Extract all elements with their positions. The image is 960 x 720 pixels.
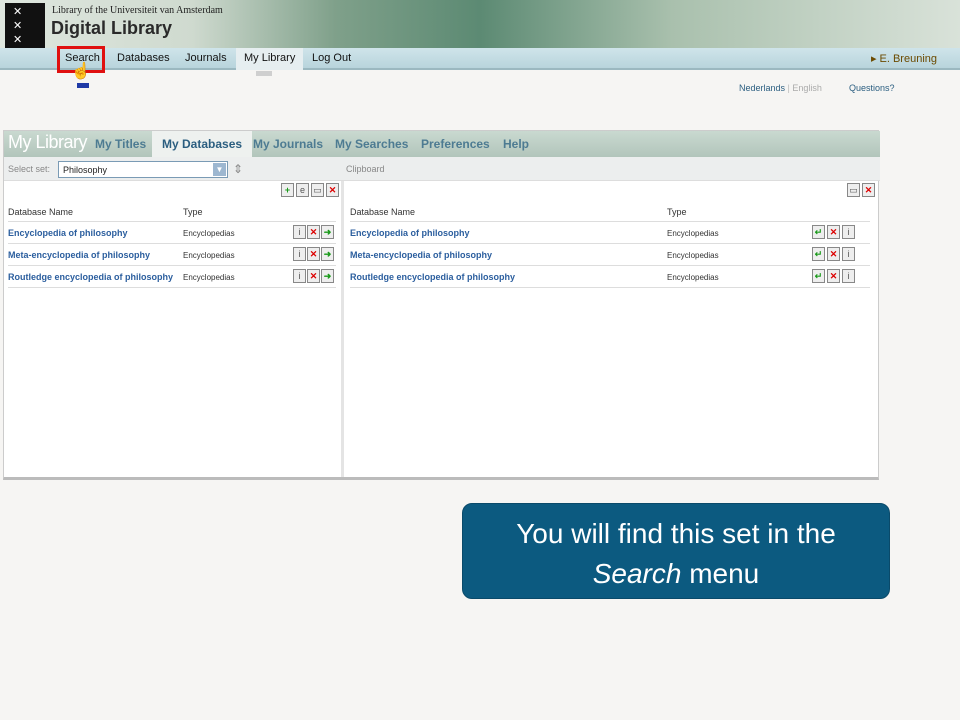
database-link[interactable]: Routledge encyclopedia of philosophy <box>8 272 173 282</box>
panel-divider <box>341 181 344 477</box>
database-type: Encyclopedias <box>183 273 235 282</box>
database-type: Encyclopedias <box>667 251 719 260</box>
lang-nl[interactable]: Nederlands <box>739 83 785 93</box>
tutorial-callout: You will find this set in the Search men… <box>462 503 890 599</box>
header-line <box>8 221 336 222</box>
library-tabbar: My Library My Titles My Databases My Jou… <box>4 131 880 157</box>
site-header: ✕ ✕ ✕ Library of the Universiteit van Am… <box>0 0 960 48</box>
set-select-value: Philosophy <box>63 165 108 175</box>
row-line <box>350 243 870 244</box>
lang-separator: | <box>787 83 790 93</box>
panel-title: My Library <box>8 132 88 152</box>
row-line <box>8 243 336 244</box>
database-link[interactable]: Meta-encyclopedia of philosophy <box>350 250 492 260</box>
questions-link[interactable]: Questions? <box>849 83 895 93</box>
remove-icon[interactable]: ✕ <box>827 269 840 283</box>
user-name[interactable]: ▸ E. Breuning <box>871 52 937 65</box>
move-to-set-icon[interactable]: ↵ <box>812 225 825 239</box>
info-icon[interactable]: i <box>293 225 306 239</box>
lang-en[interactable]: English <box>792 83 822 93</box>
row-line <box>350 265 870 266</box>
library-title: Library of the Universiteit van Amsterda… <box>52 5 223 16</box>
tab-help[interactable]: Help <box>503 137 529 151</box>
sort-icon[interactable]: ⇕ <box>233 162 243 176</box>
row-line <box>8 287 336 288</box>
tab-my-journals[interactable]: My Journals <box>253 137 323 151</box>
language-switch: Nederlands | English <box>739 83 822 93</box>
info-icon[interactable]: i <box>842 269 855 283</box>
info-icon[interactable]: i <box>293 269 306 283</box>
nav-journals[interactable]: Journals <box>185 52 227 64</box>
database-type: Encyclopedias <box>667 229 719 238</box>
tab-preferences[interactable]: Preferences <box>421 137 490 151</box>
select-set-label: Select set: <box>8 164 51 174</box>
chevron-down-icon[interactable]: ▼ <box>213 163 226 176</box>
save-icon[interactable]: ▭ <box>311 183 324 197</box>
uva-logo[interactable]: ✕ ✕ ✕ <box>5 3 45 48</box>
arrow-right-icon[interactable]: ➜ <box>321 269 334 283</box>
active-tab-marker <box>256 71 272 76</box>
nav-my-library[interactable]: My Library <box>236 48 304 70</box>
remove-icon[interactable]: ✕ <box>307 269 320 283</box>
set-toolbar: Select set: Philosophy ▼ ⇕ Clipboard <box>4 157 880 181</box>
tab-my-titles[interactable]: My Titles <box>95 137 146 151</box>
col-type: Type <box>667 207 687 217</box>
database-type: Encyclopedias <box>183 229 235 238</box>
remove-icon[interactable]: ✕ <box>827 247 840 261</box>
callout-emphasis: Search <box>592 558 682 589</box>
callout-line2: menu <box>681 558 760 589</box>
move-to-set-icon[interactable]: ↵ <box>812 247 825 261</box>
database-link[interactable]: Encyclopedia of philosophy <box>8 228 128 238</box>
brand-title[interactable]: Digital Library <box>51 18 172 39</box>
col-type: Type <box>183 207 203 217</box>
remove-icon[interactable]: ✕ <box>827 225 840 239</box>
tab-my-searches[interactable]: My Searches <box>335 137 408 151</box>
remove-icon[interactable]: ✕ <box>307 225 320 239</box>
info-icon[interactable]: i <box>842 247 855 261</box>
cursor-marker <box>77 83 89 88</box>
database-link[interactable]: Meta-encyclopedia of philosophy <box>8 250 150 260</box>
main-nav: Search Databases Journals My Library Log… <box>0 48 960 70</box>
set-select[interactable]: Philosophy ▼ <box>58 161 228 178</box>
logo-cross-icon: ✕ <box>13 19 23 32</box>
database-type: Encyclopedias <box>183 251 235 260</box>
info-icon[interactable]: i <box>293 247 306 261</box>
clipboard-save-icon[interactable]: ▭ <box>847 183 860 197</box>
arrow-right-icon[interactable]: ➜ <box>321 247 334 261</box>
move-to-set-icon[interactable]: ↵ <box>812 269 825 283</box>
database-link[interactable]: Routledge encyclopedia of philosophy <box>350 272 515 282</box>
tab-my-databases[interactable]: My Databases <box>152 131 253 157</box>
nav-databases[interactable]: Databases <box>117 52 170 64</box>
callout-line1: You will find this set in the <box>516 518 836 549</box>
nav-log-out[interactable]: Log Out <box>312 52 351 64</box>
remove-icon[interactable]: ✕ <box>307 247 320 261</box>
database-link[interactable]: Encyclopedia of philosophy <box>350 228 470 238</box>
col-database-name: Database Name <box>8 207 74 217</box>
info-icon[interactable]: i <box>842 225 855 239</box>
arrow-right-icon[interactable]: ➜ <box>321 225 334 239</box>
logo-cross-icon: ✕ <box>13 33 23 46</box>
edit-set-icon[interactable]: e <box>296 183 309 197</box>
database-type: Encyclopedias <box>667 273 719 282</box>
clipboard-label: Clipboard <box>346 164 385 174</box>
row-line <box>8 265 336 266</box>
col-database-name: Database Name <box>350 207 416 217</box>
header-line <box>350 221 870 222</box>
row-line <box>350 287 870 288</box>
add-set-icon[interactable]: + <box>281 183 294 197</box>
hand-cursor-icon: ☝ <box>71 63 91 80</box>
logo-cross-icon: ✕ <box>13 5 23 18</box>
clipboard-clear-icon[interactable]: ✕ <box>862 183 875 197</box>
my-library-panel: My Library My Titles My Databases My Jou… <box>3 130 880 480</box>
delete-set-icon[interactable]: ✕ <box>326 183 339 197</box>
